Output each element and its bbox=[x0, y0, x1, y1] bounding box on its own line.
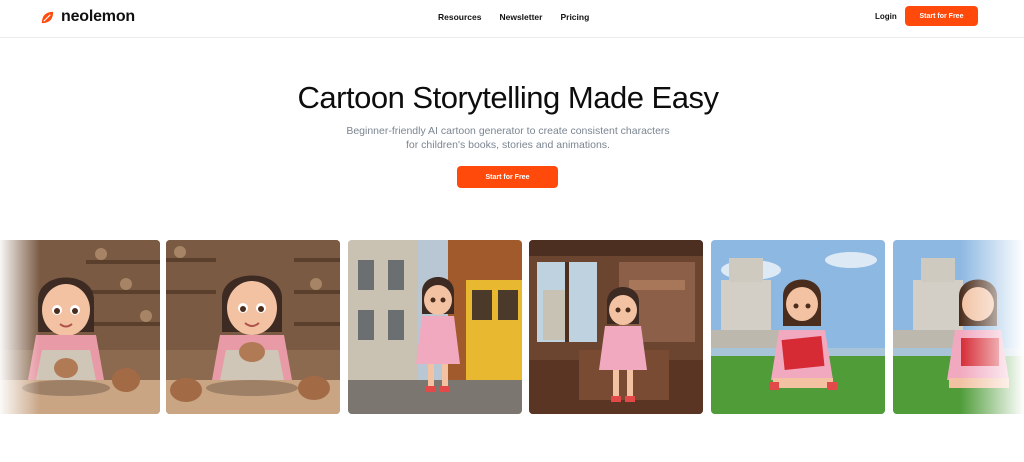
hero-title: Cartoon Storytelling Made Easy bbox=[297, 80, 719, 115]
gallery-image-pottery-1 bbox=[0, 240, 160, 414]
tram-interior-scene-image bbox=[529, 240, 703, 414]
reading-scene-image bbox=[711, 240, 885, 414]
brand-logo[interactable]: neolemon bbox=[40, 8, 135, 26]
header-start-free-button[interactable]: Start for Free bbox=[905, 6, 978, 26]
gallery-image-tram-interior bbox=[529, 240, 703, 414]
gallery-image-tram-street bbox=[348, 240, 522, 414]
gallery-image-pottery-2 bbox=[166, 240, 340, 414]
hero-subtitle-line-1: Beginner-friendly AI cartoon generator t… bbox=[346, 125, 670, 137]
top-navbar: neolemon Resources Newsletter Pricing Lo… bbox=[0, 0, 1024, 38]
gallery-image-reading-grass-1 bbox=[711, 240, 885, 414]
gallery-image-reading-grass-2 bbox=[893, 240, 1024, 414]
login-link[interactable]: Login bbox=[875, 12, 897, 21]
nav-item-newsletter[interactable]: Newsletter bbox=[499, 12, 542, 22]
brand-name: neolemon bbox=[61, 8, 135, 25]
reading-scene-image bbox=[893, 240, 1024, 414]
pottery-scene-image bbox=[0, 240, 160, 414]
nav-item-resources[interactable]: Resources bbox=[438, 12, 481, 22]
leaf-logo-icon bbox=[41, 11, 54, 23]
tram-street-scene-image bbox=[348, 240, 522, 414]
main-nav: Resources Newsletter Pricing bbox=[438, 12, 589, 22]
hero-subtitle-line-2: for children's books, stories and animat… bbox=[406, 139, 610, 151]
pottery-scene-image bbox=[166, 240, 340, 414]
hero-start-free-button[interactable]: Start for Free bbox=[457, 166, 558, 188]
character-gallery bbox=[0, 240, 1024, 415]
nav-item-pricing[interactable]: Pricing bbox=[560, 12, 589, 22]
hero-subtitle: Beginner-friendly AI cartoon generator t… bbox=[0, 124, 1016, 152]
